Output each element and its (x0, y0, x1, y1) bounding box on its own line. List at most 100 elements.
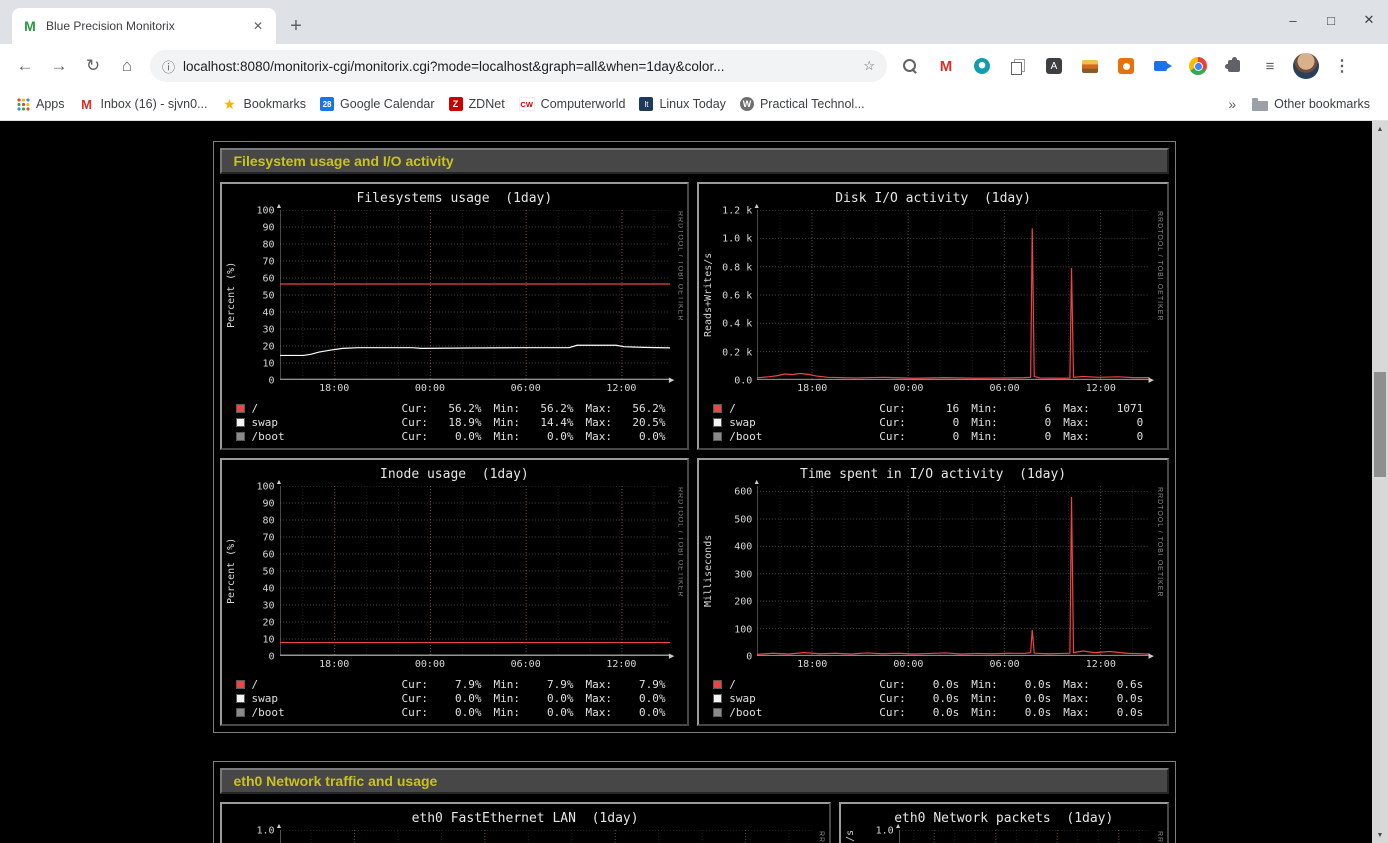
gmail-extension-icon: M (936, 56, 956, 76)
chrome-logo-icon (1189, 57, 1207, 75)
graph-plot: ▲▶ (280, 830, 812, 843)
lt-icon: lt (639, 97, 653, 111)
url-text[interactable]: localhost:8080/monitorix-cgi/monitorix.c… (183, 59, 855, 74)
ytick-label: 20 (262, 342, 274, 353)
monitorix-favicon-icon: M (22, 18, 38, 34)
xtick-label: 12:00 (1086, 659, 1116, 670)
scrollbar-down-icon[interactable]: ▼ (1372, 827, 1388, 843)
legend-name: swap (729, 416, 879, 429)
legend-cur: 0 (913, 416, 959, 429)
ytick-label: 20 (262, 618, 274, 629)
yaxis-arrow-icon: ▲ (895, 823, 902, 830)
legend-min: 0.0% (528, 430, 574, 443)
bookmark-item-practicaltech[interactable]: WPractical Technol... (733, 93, 872, 115)
forward-button[interactable]: → (42, 49, 76, 83)
address-bar[interactable]: ⓘ localhost:8080/monitorix-cgi/monitorix… (150, 50, 887, 82)
bookmark-item-calendar[interactable]: 28Google Calendar (313, 93, 442, 115)
graph-io-time[interactable]: Time spent in I/O activity (1day)Millise… (697, 458, 1169, 726)
graph-eth0-lan[interactable]: eth0 FastEthernet LAN (1day)1.00.90.80.7… (220, 802, 831, 843)
legend-cur: 56.2% (436, 402, 482, 415)
video-call-extension-button[interactable] (1147, 51, 1177, 81)
legend-row: swapCur:0.0sMin:0.0sMax:0.0s (713, 691, 1159, 705)
graph-fs-usage[interactable]: Filesystems usage (1day)Percent (%)10090… (220, 182, 690, 450)
browser-menu-button[interactable]: ⋮ (1327, 51, 1357, 81)
ytick-label: 50 (262, 291, 274, 302)
graph-eth0-packets[interactable]: eth0 Network packets (1day)Packets/s1.00… (839, 802, 1169, 843)
xtick-label: 00:00 (893, 659, 923, 670)
bookmark-item-linuxtoday[interactable]: lt Linux Today (632, 93, 733, 115)
reload-button[interactable]: ↻ (76, 49, 110, 83)
home-button[interactable]: ⌂ (110, 49, 144, 83)
page-info-icon[interactable]: ⓘ (162, 57, 175, 76)
browser-tab[interactable]: M Blue Precision Monitorix ✕ (12, 8, 276, 44)
page-scrollbar[interactable]: ▲ ▼ (1372, 121, 1388, 843)
new-tab-button[interactable]: + (282, 12, 310, 40)
legend-cur: 0.0% (436, 692, 482, 705)
chrome-logo-button[interactable] (1183, 51, 1213, 81)
bookmark-label: Linux Today (659, 97, 726, 111)
teal-badge-extension-button[interactable] (967, 51, 997, 81)
browser-menu-icon: ⋮ (1332, 56, 1352, 76)
bookmark-star-icon[interactable]: ☆ (863, 58, 875, 74)
video-call-extension-icon (1154, 61, 1167, 71)
bookmark-label: ZDNet (469, 97, 505, 111)
teal-badge-extension-icon (974, 58, 990, 74)
legend-cur: 0.0s (913, 692, 959, 705)
scrollbar-thumb[interactable] (1374, 372, 1386, 477)
xtick-label: 06:00 (990, 659, 1020, 670)
bookmark-item-computerworld[interactable]: CW Computerworld (512, 93, 633, 115)
ytick-label: 0 (268, 376, 274, 387)
graph-inode-usage[interactable]: Inode usage (1day)Percent (%)10090807060… (220, 458, 690, 726)
maximize-button[interactable]: □ (1324, 13, 1338, 28)
rrdtool-watermark: RRDTOOL / TOBI OETIKER (812, 830, 825, 843)
graph-legend: /Cur:56.2%Min:56.2%Max:56.2%swapCur:18.9… (226, 396, 684, 446)
xtick-label: 06:00 (990, 383, 1020, 394)
other-bookmarks-label: Other bookmarks (1274, 97, 1370, 111)
legend-row: /Cur:16Min:6Max:1071 (713, 401, 1159, 415)
window-close-button[interactable]: ✕ (1362, 12, 1376, 28)
section-header: Filesystem usage and I/O activity (220, 148, 1169, 174)
legend-name: / (729, 678, 879, 691)
legend-cur: 0.0s (913, 706, 959, 719)
reading-list-button[interactable]: ≡ (1255, 51, 1285, 81)
extensions-puzzle-button[interactable] (1219, 51, 1249, 81)
search-extension-button[interactable] (895, 51, 925, 81)
graph-row: Filesystems usage (1day)Percent (%)10090… (220, 182, 1169, 450)
legend-min: 0.0s (1005, 692, 1051, 705)
star-icon: ★ (222, 96, 238, 112)
bookmark-item-bookmarks[interactable]: ★Bookmarks (215, 92, 314, 116)
yaxis-arrow-icon: ▲ (276, 823, 283, 830)
zdnet-icon: Z (449, 97, 463, 111)
back-button[interactable]: ← (8, 49, 42, 83)
ytick-label: 80 (262, 240, 274, 251)
graph-disk-io[interactable]: Disk I/O activity (1day)Reads+Writes/s1.… (697, 182, 1169, 450)
minimize-button[interactable]: – (1286, 13, 1300, 28)
graph-title: Inode usage (1day) (226, 467, 684, 482)
bookmark-label: Google Calendar (340, 97, 435, 111)
profile-avatar[interactable] (1291, 51, 1321, 81)
graph-legend: /Cur:0.0sMin:0.0sMax:0.6sswapCur:0.0sMin… (703, 672, 1163, 722)
gmail-extension-button[interactable]: M (931, 51, 961, 81)
tab-close-icon[interactable]: ✕ (250, 19, 266, 33)
dark-extension-button[interactable]: A (1039, 51, 1069, 81)
bookmark-item-apps[interactable]: Apps (10, 93, 72, 115)
legend-min: 0.0% (528, 692, 574, 705)
rrdtool-watermark: RRDTOOL / TOBI OETIKER (670, 210, 683, 380)
bookmark-label: Computerworld (541, 97, 626, 111)
legend-swatch (713, 432, 722, 441)
bookmarks-overflow-chevron-icon[interactable]: » (1220, 96, 1244, 112)
other-bookmarks-button[interactable]: Other bookmarks (1244, 93, 1378, 115)
camera-extension-button[interactable] (1111, 51, 1141, 81)
graph-yticks: 1.2 k1.0 k0.8 k0.6 k0.4 k0.2 k0.0 (717, 210, 757, 380)
wp-icon: W (740, 97, 754, 111)
cw-icon: CW (519, 97, 535, 111)
copy-pages-extension-button[interactable] (1003, 51, 1033, 81)
bookmark-item-zdnet[interactable]: Z ZDNet (442, 93, 512, 115)
scrollbar-up-icon[interactable]: ▲ (1372, 121, 1388, 137)
ytick-label: 200 (734, 597, 752, 608)
legend-name: / (729, 402, 879, 415)
graph-xticks: 18:0000:0006:0012:00 (757, 656, 1150, 672)
stack-extension-button[interactable] (1075, 51, 1105, 81)
legend-name: swap (252, 416, 402, 429)
bookmark-item-inbox[interactable]: MInbox (16) - sjvn0... (72, 92, 215, 116)
